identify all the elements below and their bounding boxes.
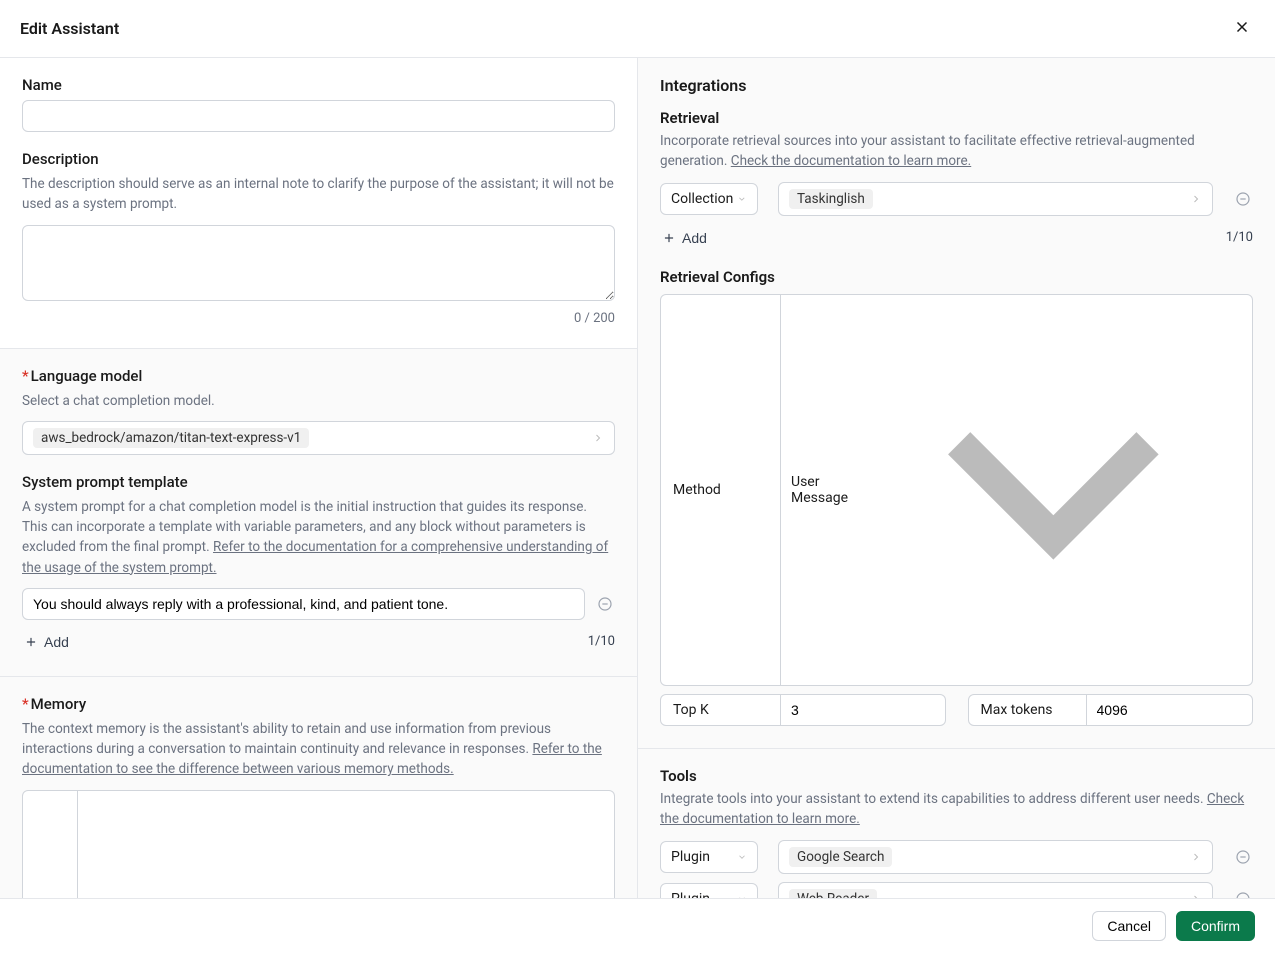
remove-retrieval-button-0[interactable]	[1233, 189, 1253, 209]
remove-prompt-button[interactable]	[595, 594, 615, 614]
tool-type-select-0[interactable]: Plugin	[660, 841, 758, 873]
tool-type-select-1[interactable]: Plugin	[660, 883, 758, 898]
chevron-right-icon	[1190, 851, 1202, 863]
name-description-section: Name Description The description should …	[0, 58, 637, 349]
plus-icon	[24, 635, 38, 649]
tool-item-row: Plugin Google Search	[660, 840, 1253, 874]
modal-title: Edit Assistant	[20, 19, 119, 38]
retrieval-method-value: User Message	[791, 474, 865, 506]
memory-type-select[interactable]: Message Window	[78, 791, 614, 899]
add-prompt-label: Add	[44, 634, 69, 650]
retrieval-method-field: Method User Message	[660, 294, 1253, 687]
right-column: Integrations Retrieval Incorporate retri…	[638, 58, 1275, 898]
language-model-section: *Language model Select a chat completion…	[0, 349, 637, 677]
add-prompt-button[interactable]: Add	[22, 630, 71, 654]
chevron-down-icon	[865, 302, 1242, 679]
modal-header: Edit Assistant	[0, 0, 1275, 58]
retrieval-method-select[interactable]: User Message	[781, 295, 1252, 686]
retrieval-value-select-0[interactable]: Taskinglish	[778, 182, 1213, 216]
chevron-down-icon	[179, 798, 604, 899]
retrieval-type-value: Collection	[671, 191, 733, 207]
prompt-label: System prompt template	[22, 473, 615, 491]
lm-label-text: Language model	[31, 367, 143, 385]
integrations-section: Integrations Retrieval Incorporate retri…	[638, 58, 1275, 749]
topk-label: Top K	[661, 695, 781, 725]
retrieval-config-row: Top K Max tokens	[660, 694, 1253, 726]
tool-value-chip: Google Search	[789, 847, 892, 867]
close-button[interactable]	[1229, 14, 1255, 43]
retrieval-maxtok-label: Max tokens	[969, 695, 1087, 725]
prompt-add-row: Add 1/10	[22, 630, 615, 654]
description-textarea[interactable]	[22, 225, 615, 301]
tools-help: Integrate tools into your assistant to e…	[660, 789, 1253, 830]
modal-body: Name Description The description should …	[0, 58, 1275, 898]
tools-heading: Tools	[660, 767, 1253, 785]
cancel-button[interactable]: Cancel	[1092, 911, 1166, 941]
retrieval-maxtok-input[interactable]	[1097, 702, 1243, 718]
retrieval-help: Incorporate retrieval sources into your …	[660, 131, 1253, 172]
chevron-down-icon	[737, 194, 747, 204]
retrieval-configs-heading: Retrieval Configs	[660, 268, 1253, 286]
plus-icon	[662, 231, 676, 245]
prompt-input-0[interactable]	[22, 588, 585, 620]
retrieval-count: 1/10	[1226, 230, 1253, 245]
tool-value-select-1[interactable]: Web Reader	[778, 882, 1213, 898]
left-column: Name Description The description should …	[0, 58, 638, 898]
tool-item-row: Plugin Web Reader	[660, 882, 1253, 898]
topk-input[interactable]	[791, 702, 935, 718]
retrieval-item-row: Collection Taskinglish	[660, 182, 1253, 216]
remove-circle-icon	[1235, 891, 1251, 898]
remove-tool-button-0[interactable]	[1233, 847, 1253, 867]
modal-footer: Cancel Confirm	[0, 898, 1275, 953]
tool-type-value: Plugin	[671, 891, 710, 898]
remove-circle-icon	[1235, 191, 1251, 207]
lm-chip: aws_bedrock/amazon/titan-text-express-v1	[33, 428, 309, 448]
name-input[interactable]	[22, 100, 615, 132]
retrieval-heading: Retrieval	[660, 109, 1253, 127]
memory-help-text: The context memory is the assistant's ab…	[22, 721, 551, 757]
retrieval-type-select-0[interactable]: Collection	[660, 183, 758, 215]
tool-value-chip: Web Reader	[789, 889, 877, 898]
memory-help: The context memory is the assistant's ab…	[22, 719, 615, 780]
retrieval-add-row: Add 1/10	[660, 226, 1253, 250]
description-help: The description should serve as an inter…	[22, 174, 615, 215]
retrieval-value-chip: Taskinglish	[789, 189, 873, 209]
remove-circle-icon	[1235, 849, 1251, 865]
retrieval-method-label: Method	[661, 295, 781, 686]
chevron-right-icon	[1190, 193, 1202, 205]
memory-type-field: Type Message Window	[22, 790, 615, 899]
memory-type-label: Type	[23, 791, 78, 899]
tools-help-text: Integrate tools into your assistant to e…	[660, 791, 1207, 807]
confirm-button[interactable]: Confirm	[1176, 911, 1255, 941]
chevron-right-icon	[592, 432, 604, 444]
retrieval-help-link[interactable]: Check the documentation to learn more.	[731, 153, 971, 169]
prompt-count: 1/10	[588, 634, 615, 649]
name-label: Name	[22, 76, 615, 94]
lm-help: Select a chat completion model.	[22, 391, 615, 411]
prompt-item-row	[22, 588, 615, 620]
description-counter: 0 / 200	[22, 311, 615, 326]
memory-label-text: Memory	[31, 695, 87, 713]
memory-section: *Memory The context memory is the assist…	[0, 677, 637, 898]
prompt-help: A system prompt for a chat completion mo…	[22, 497, 615, 578]
lm-label: *Language model	[22, 367, 615, 385]
edit-assistant-modal: Edit Assistant Name Description The desc…	[0, 0, 1275, 953]
memory-label: *Memory	[22, 695, 615, 713]
close-icon	[1233, 18, 1251, 36]
remove-tool-button-1[interactable]	[1233, 889, 1253, 898]
tools-section: Tools Integrate tools into your assistan…	[638, 749, 1275, 898]
remove-circle-icon	[597, 596, 613, 612]
lm-select[interactable]: aws_bedrock/amazon/titan-text-express-v1	[22, 421, 615, 455]
topk-field: Top K	[660, 694, 946, 726]
chevron-down-icon	[737, 852, 747, 862]
retrieval-maxtok-field: Max tokens	[968, 694, 1254, 726]
tool-type-value: Plugin	[671, 849, 710, 865]
add-retrieval-button[interactable]: Add	[660, 226, 709, 250]
description-label: Description	[22, 150, 615, 168]
integrations-heading: Integrations	[660, 76, 1253, 95]
add-retrieval-label: Add	[682, 230, 707, 246]
tool-value-select-0[interactable]: Google Search	[778, 840, 1213, 874]
